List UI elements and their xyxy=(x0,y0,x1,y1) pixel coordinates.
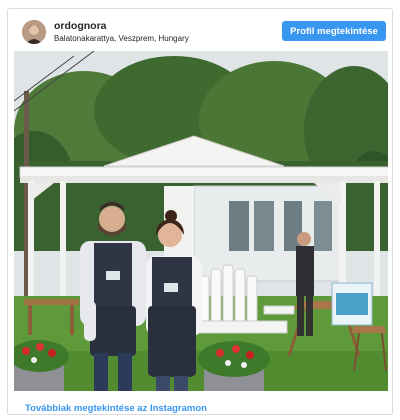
view-profile-button[interactable]: Profil megtekintése xyxy=(282,21,386,41)
photo-scene xyxy=(14,51,388,391)
view-more-on-instagram-link[interactable]: Továbbiak megtekintése az Instagramon xyxy=(25,403,207,414)
post-header: ordognora Balatonakarattya, Veszprem, Hu… xyxy=(8,9,392,51)
instagram-embed-card: ordognora Balatonakarattya, Veszprem, Hu… xyxy=(7,8,393,415)
username[interactable]: ordognora xyxy=(54,20,107,32)
avatar[interactable] xyxy=(22,20,46,44)
location-label[interactable]: Balatonakarattya, Veszprem, Hungary xyxy=(54,34,189,43)
avatar-photo xyxy=(22,20,46,44)
post-photo[interactable] xyxy=(14,51,388,391)
